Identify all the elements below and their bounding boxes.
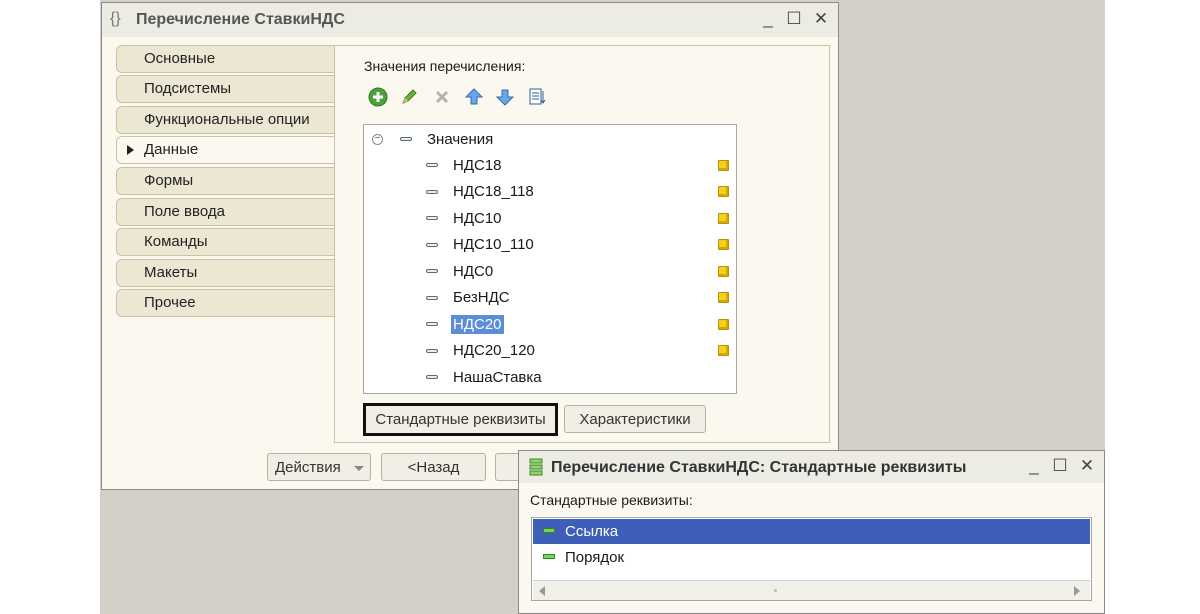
tree-item[interactable]: БезНДС bbox=[364, 285, 736, 312]
list-item-label: Порядок bbox=[565, 549, 625, 566]
dialog-titlebar[interactable]: Перечисление СтавкиНДС: Стандартные рекв… bbox=[519, 451, 1104, 483]
cube-icon bbox=[718, 265, 729, 277]
move-up-icon[interactable] bbox=[463, 86, 485, 108]
delete-icon[interactable] bbox=[431, 86, 453, 108]
edit-pencil-icon[interactable] bbox=[398, 86, 420, 108]
tree-item[interactable]: НДС18 bbox=[364, 152, 736, 179]
tree-item[interactable]: НДС18_118 bbox=[364, 179, 736, 206]
tab-main[interactable]: Основные bbox=[116, 45, 334, 73]
dialog-title: Перечисление СтавкиНДС: Стандартные рекв… bbox=[551, 459, 967, 476]
tab-functional-options[interactable]: Функциональные опции bbox=[116, 106, 334, 134]
tree-root-label: Значения bbox=[427, 130, 494, 148]
cube-icon bbox=[718, 212, 729, 224]
enum-window: {} Перечисление СтавкиНДС _ ☐ ✕ Основные… bbox=[101, 2, 839, 490]
scroll-right-icon[interactable] bbox=[1074, 586, 1080, 596]
characteristics-button[interactable]: Характеристики bbox=[564, 405, 706, 433]
cube-icon bbox=[718, 345, 729, 357]
chevron-down-icon bbox=[354, 466, 364, 471]
attribute-icon bbox=[543, 554, 555, 559]
tree-item[interactable]: НДС0 bbox=[364, 258, 736, 285]
tab-subsystems[interactable]: Подсистемы bbox=[116, 75, 334, 103]
tree-item[interactable]: НДС10_110 bbox=[364, 232, 736, 259]
tree-item-label: НашаСтавка bbox=[453, 368, 542, 386]
tree-item-label: НДС18_118 bbox=[453, 183, 534, 201]
add-icon[interactable] bbox=[367, 86, 389, 108]
list-item-selected[interactable]: Ссылка bbox=[533, 519, 1090, 544]
section-label: Значения перечисления: bbox=[364, 58, 526, 74]
list-item-label: Ссылка bbox=[565, 523, 619, 540]
maximize-icon[interactable]: ☐ bbox=[1051, 456, 1069, 476]
sort-list-icon[interactable] bbox=[526, 86, 548, 108]
actions-button[interactable]: Действия bbox=[267, 453, 371, 481]
standard-attributes-dialog: Перечисление СтавкиНДС: Стандартные рекв… bbox=[518, 450, 1105, 614]
tab-commands[interactable]: Команды bbox=[116, 228, 334, 256]
tab-input-field[interactable]: Поле ввода bbox=[116, 198, 334, 226]
minimize-icon[interactable]: _ bbox=[759, 9, 777, 29]
data-panel: Значения перечисления: − Значения НДС18 … bbox=[334, 45, 830, 443]
tree-item[interactable]: НДС10 bbox=[364, 205, 736, 232]
list-item[interactable]: Порядок bbox=[533, 545, 1090, 570]
enum-value-icon bbox=[426, 216, 438, 221]
minimize-icon[interactable]: _ bbox=[1025, 456, 1043, 476]
tab-data[interactable]: Данные bbox=[116, 136, 334, 164]
list-icon bbox=[529, 458, 543, 480]
close-icon[interactable]: ✕ bbox=[1078, 456, 1096, 476]
close-icon[interactable]: ✕ bbox=[812, 9, 830, 29]
cube-icon bbox=[718, 159, 729, 171]
tree-item-label: НДС0 bbox=[453, 262, 494, 280]
enum-value-icon bbox=[426, 375, 438, 380]
tab-forms[interactable]: Формы bbox=[116, 167, 334, 195]
collapse-icon[interactable]: − bbox=[372, 133, 383, 145]
enum-value-icon bbox=[426, 163, 438, 168]
scroll-thumb[interactable] bbox=[774, 589, 777, 592]
standard-attributes-button[interactable]: Стандартные реквизиты bbox=[363, 403, 558, 436]
enum-value-icon bbox=[426, 295, 438, 300]
enum-value-icon bbox=[426, 189, 438, 194]
tree-item[interactable]: НДС20_120 bbox=[364, 338, 736, 365]
window-title: Перечисление СтавкиНДС bbox=[136, 11, 345, 28]
window-titlebar[interactable]: {} Перечисление СтавкиНДС _ ☐ ✕ bbox=[102, 3, 838, 37]
tree-item-label: НДС20_120 bbox=[453, 342, 535, 360]
tree-root-row[interactable]: − Значения bbox=[364, 126, 736, 153]
enum-value-icon bbox=[426, 348, 438, 353]
tree-item-label: БезНДС bbox=[453, 289, 510, 307]
tree-item-label: НДС10 bbox=[453, 209, 502, 227]
cube-icon bbox=[718, 239, 729, 251]
tab-other[interactable]: Прочее bbox=[116, 289, 334, 317]
tree-item-selected[interactable]: НДС20 bbox=[364, 311, 736, 338]
active-tab-arrow-icon bbox=[127, 145, 134, 155]
tree-item[interactable]: НашаСтавка bbox=[364, 364, 736, 391]
enum-values-tree[interactable]: − Значения НДС18 НДС18_118 НДС10 НДС10_1… bbox=[363, 124, 737, 394]
attributes-list[interactable]: Ссылка Порядок bbox=[531, 517, 1092, 601]
cube-icon bbox=[718, 292, 729, 304]
tree-item-label: НДС18 bbox=[453, 156, 502, 174]
move-down-icon[interactable] bbox=[494, 86, 516, 108]
scroll-left-icon[interactable] bbox=[539, 586, 545, 596]
enum-icon bbox=[400, 137, 412, 142]
enum-value-icon bbox=[426, 269, 438, 274]
tree-item-label: НДС10_110 bbox=[453, 236, 534, 254]
enum-value-icon bbox=[426, 242, 438, 247]
enum-value-icon bbox=[426, 322, 438, 327]
horizontal-scrollbar[interactable] bbox=[533, 580, 1090, 600]
tab-templates[interactable]: Макеты bbox=[116, 259, 334, 287]
attribute-icon bbox=[543, 528, 555, 533]
cube-icon bbox=[718, 318, 729, 330]
window-icon: {} bbox=[110, 10, 121, 27]
dialog-label: Стандартные реквизиты: bbox=[530, 492, 693, 508]
tree-item-label: НДС20 bbox=[451, 314, 504, 334]
back-button[interactable]: <Назад bbox=[381, 453, 486, 481]
cube-icon bbox=[718, 186, 729, 198]
maximize-icon[interactable]: ☐ bbox=[785, 9, 803, 29]
